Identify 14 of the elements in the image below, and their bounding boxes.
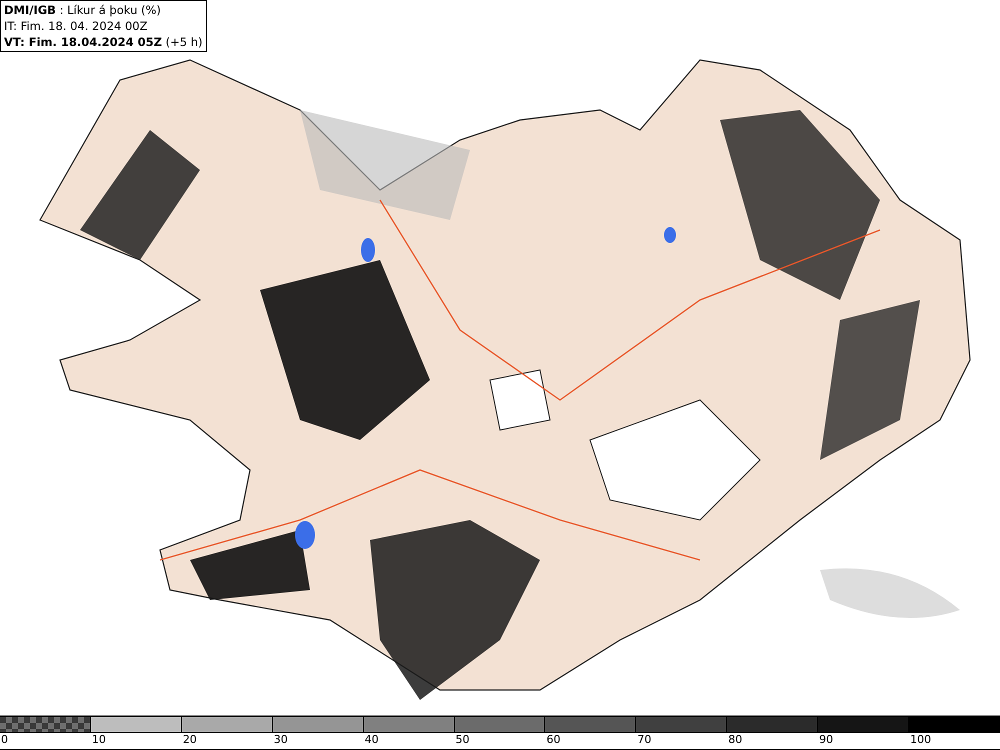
info-line: DMI/IGB : Líkur á þoku (%) [4, 2, 162, 18]
info-line: VT: Fim. 18.04.2024 05Z (+5 h) [4, 34, 202, 50]
legend-label: 10 [90, 733, 106, 747]
legend-label: 80 [727, 733, 742, 747]
legend-label: 60 [545, 733, 560, 747]
legend-label: 70 [636, 733, 652, 747]
legend-label: 20 [182, 733, 197, 747]
info-line: IT: Fim. 18. 04. 2024 00Z [4, 18, 148, 34]
legend-label: 30 [272, 733, 288, 747]
legend-label: 100 [909, 733, 932, 747]
legend-label: 90 [818, 733, 834, 747]
legend-label: 50 [454, 733, 470, 747]
legend-label: 0 [0, 733, 8, 747]
legend-label: 40 [364, 733, 379, 747]
